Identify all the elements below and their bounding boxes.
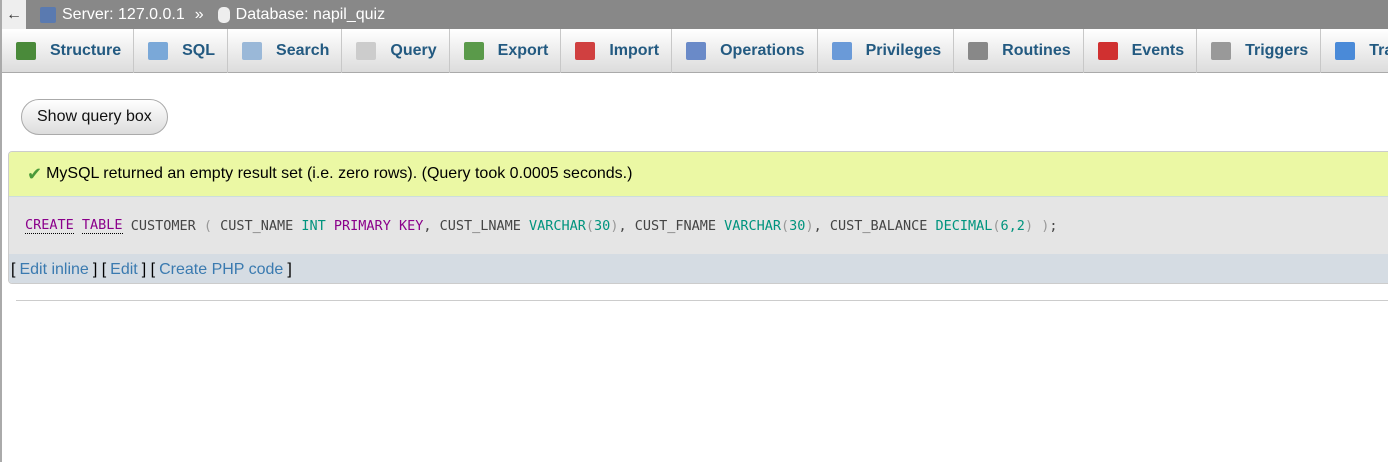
- database-label: Database: napil_quiz: [235, 5, 386, 23]
- breadcrumb-bar: ← Server: 127.0.0.1 » Database: napil_qu…: [2, 0, 1388, 29]
- tab-label: Routines: [1002, 42, 1071, 59]
- sql-token: 30: [789, 217, 806, 234]
- sql-token: CUSTOMER: [122, 217, 204, 234]
- tab-label: Operations: [720, 42, 805, 59]
- sql-token: ;: [1049, 217, 1058, 234]
- wrench-icon: [686, 42, 707, 60]
- sql-query-display: CREATE TABLE CUSTOMER ( CUST_NAME INT PR…: [9, 197, 1388, 254]
- sql-token: ): [1024, 217, 1034, 234]
- sql-token: PRIMARY KEY: [333, 217, 424, 234]
- import-icon: [575, 42, 596, 60]
- link-edit-inline[interactable]: Edit inline: [19, 261, 88, 279]
- breadcrumb-separator: »: [194, 5, 204, 23]
- tab-import[interactable]: Import: [561, 29, 673, 73]
- tab-label: Structure: [50, 42, 122, 59]
- sql-token: ): [1041, 217, 1050, 234]
- sql-token: (: [203, 217, 212, 234]
- structure-icon: [16, 42, 36, 60]
- tab-label: Search: [276, 42, 330, 59]
- query-actions: [Edit inline] [Edit] [Create PHP code]: [9, 254, 1388, 283]
- sql-token: 6,2: [1000, 217, 1025, 234]
- link-edit[interactable]: Edit: [110, 261, 138, 279]
- tab-label: Import: [609, 42, 660, 59]
- tab-tracking[interactable]: Tracking: [1321, 29, 1388, 73]
- sql-token: DECIMAL: [935, 217, 993, 234]
- tab-label: Query: [390, 42, 437, 59]
- tab-routines[interactable]: Routines: [954, 29, 1084, 73]
- divider: [16, 300, 1388, 301]
- main-tabs: Structure SQL Search Query Export Import Opera…: [2, 29, 1388, 73]
- tab-privileges[interactable]: Privileges: [818, 29, 955, 73]
- sql-token: VARCHAR: [724, 217, 782, 234]
- sql-token: (: [585, 217, 595, 234]
- back-arrow-icon[interactable]: ←: [2, 0, 26, 29]
- triggers-icon: [1211, 42, 1232, 60]
- sql-token: , CUST_BALANCE: [813, 217, 936, 234]
- query-result-panel: ✔ MySQL returned an empty result set (i.e…: [8, 151, 1388, 284]
- sql-token: CREATE: [25, 217, 74, 234]
- sql-token: ): [610, 217, 619, 234]
- privileges-icon: [831, 42, 852, 60]
- tab-events[interactable]: Events: [1084, 29, 1198, 73]
- check-icon: ✔: [27, 163, 43, 184]
- tab-label: Export: [497, 42, 549, 59]
- tab-label: Triggers: [1245, 42, 1309, 59]
- routines-icon: [968, 42, 989, 60]
- server-label: Server: 127.0.0.1: [62, 5, 185, 23]
- database-icon: [217, 6, 230, 23]
- sql-token: VARCHAR: [529, 217, 586, 234]
- tab-label: Tracking: [1369, 42, 1388, 59]
- show-query-box-button[interactable]: Show query box: [21, 99, 168, 135]
- breadcrumb-database[interactable]: Database: napil_quiz: [217, 5, 386, 24]
- sql-token: INT: [301, 217, 326, 234]
- tab-search[interactable]: Search: [228, 29, 343, 73]
- export-icon: [463, 42, 484, 60]
- search-icon: [242, 42, 263, 60]
- tab-sql[interactable]: SQL: [134, 29, 229, 73]
- link-create-php-code[interactable]: Create PHP code: [159, 261, 283, 279]
- sql-token: TABLE: [81, 217, 123, 234]
- sql-icon: [148, 42, 169, 60]
- tab-structure[interactable]: Structure: [2, 29, 135, 73]
- eye-icon: [1335, 42, 1356, 60]
- tab-triggers[interactable]: Triggers: [1197, 29, 1322, 73]
- tab-label: Events: [1131, 42, 1185, 59]
- server-icon: [40, 6, 56, 23]
- tab-query[interactable]: Query: [342, 29, 450, 73]
- message-text: MySQL returned an empty result set (i.e.…: [46, 165, 633, 182]
- success-message: ✔ MySQL returned an empty result set (i.e…: [9, 152, 1388, 197]
- clock-icon: [1097, 42, 1118, 60]
- sql-token: CUST_NAME: [211, 217, 302, 234]
- sql-token: 30: [594, 217, 611, 234]
- tab-operations[interactable]: Operations: [672, 29, 818, 73]
- sql-token: ): [805, 217, 814, 234]
- sql-token: (: [992, 217, 1001, 234]
- breadcrumb-server[interactable]: Server: 127.0.0.1: [40, 6, 185, 24]
- sql-token: , CUST_FNAME: [618, 217, 725, 234]
- tab-label: SQL: [182, 42, 216, 59]
- sql-token: (: [781, 217, 790, 234]
- query-icon: [356, 42, 377, 60]
- tab-label: Privileges: [865, 42, 942, 59]
- tab-export[interactable]: Export: [450, 29, 562, 73]
- sql-token: , CUST_LNAME: [423, 217, 529, 234]
